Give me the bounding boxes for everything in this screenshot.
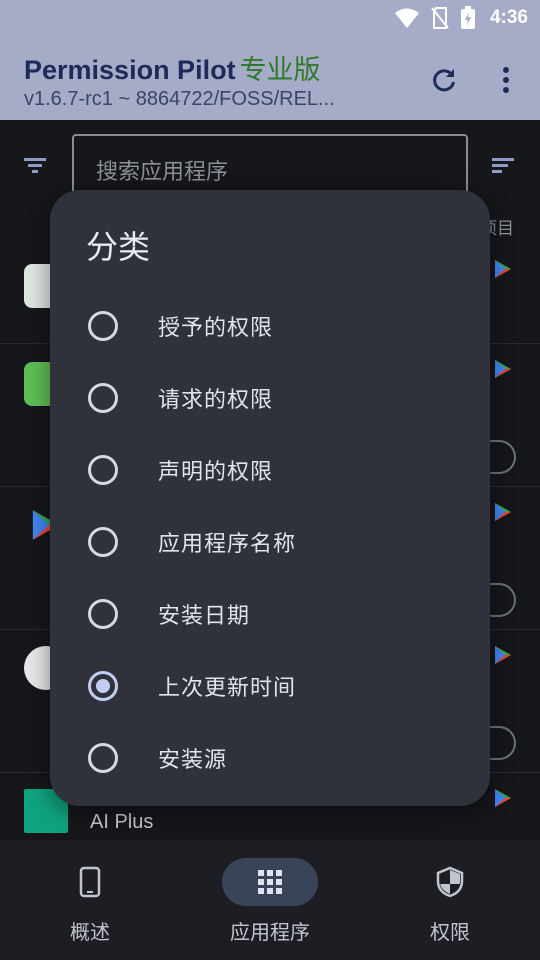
battery-charging-icon xyxy=(460,6,475,29)
filter-button[interactable] xyxy=(22,154,54,184)
search-placeholder: 搜索应用程序 xyxy=(96,160,229,185)
sort-option-label: 安装日期 xyxy=(158,604,251,629)
sort-option-label: 应用程序名称 xyxy=(158,532,297,557)
dialog-title: 分类 xyxy=(86,228,151,266)
play-store-icon xyxy=(495,260,511,278)
radio-button-selected[interactable] xyxy=(88,671,118,701)
sort-icon xyxy=(492,158,514,173)
refresh-button[interactable] xyxy=(424,60,464,100)
nav-item-apps[interactable]: 应用程序 xyxy=(180,858,360,958)
list-toolbar: 搜索应用程序 xyxy=(0,120,540,200)
sort-option-label: 安装源 xyxy=(158,748,228,773)
sort-option-label: 上次更新时间 xyxy=(158,676,297,701)
app-version: v1.6.7-rc1 ~ 8864722/FOSS/REL... xyxy=(24,88,335,110)
sort-by-dialog: 分类 授予的权限 请求的权限 声明的权限 应用程序名称 安装日期 上次更新时间 … xyxy=(50,190,490,806)
grid-icon xyxy=(258,870,282,894)
sort-option-granted-permissions[interactable]: 授予的权限 xyxy=(50,294,490,358)
sort-option-requested-permissions[interactable]: 请求的权限 xyxy=(50,366,490,430)
play-store-icon xyxy=(495,360,511,378)
sort-option-label: 声明的权限 xyxy=(158,460,274,485)
sort-option-label: 授予的权限 xyxy=(158,316,274,341)
nav-label: 权限 xyxy=(430,920,470,944)
app-name: AI Plus xyxy=(90,811,154,833)
pro-badge: 专业版 xyxy=(239,55,321,86)
radio-button[interactable] xyxy=(88,743,118,773)
nav-pill-active xyxy=(222,858,318,906)
overflow-menu-button[interactable] xyxy=(486,60,526,100)
sort-option-app-name[interactable]: 应用程序名称 xyxy=(50,510,490,574)
sort-option-last-update-time[interactable]: 上次更新时间 xyxy=(50,654,490,718)
nav-pill xyxy=(402,858,498,906)
shield-icon xyxy=(436,866,464,898)
sort-option-label: 请求的权限 xyxy=(158,388,274,413)
play-store-icon xyxy=(495,646,511,664)
radio-button[interactable] xyxy=(88,311,118,341)
nav-label: 概述 xyxy=(70,920,110,944)
status-time: 4:36 xyxy=(489,7,528,28)
nav-item-permissions[interactable]: 权限 xyxy=(360,858,540,958)
app-title: Permission Pilot 专业版 xyxy=(24,48,321,87)
radio-button[interactable] xyxy=(88,599,118,629)
radio-button[interactable] xyxy=(88,383,118,413)
nav-item-overview[interactable]: 概述 xyxy=(0,858,180,958)
top-app-bar: Permission Pilot 专业版 v1.6.7-rc1 ~ 8864722… xyxy=(0,38,540,120)
radio-button[interactable] xyxy=(88,455,118,485)
filter-icon xyxy=(24,158,46,173)
sort-option-install-source[interactable]: 安装源 xyxy=(50,726,490,790)
nav-pill xyxy=(42,858,138,906)
more-vert-icon xyxy=(503,67,509,93)
wifi-icon xyxy=(394,8,419,28)
nav-label: 应用程序 xyxy=(230,920,310,944)
app-title-text: Permission Pilot xyxy=(24,55,236,85)
play-store-icon xyxy=(495,503,511,521)
play-store-icon xyxy=(495,789,511,807)
bottom-navigation: 概述 应用程序 权限 xyxy=(0,840,540,960)
phone-icon xyxy=(79,866,101,898)
radio-button[interactable] xyxy=(88,527,118,557)
sort-option-declared-permissions[interactable]: 声明的权限 xyxy=(50,438,490,502)
sort-option-install-date[interactable]: 安装日期 xyxy=(50,582,490,646)
sort-button[interactable] xyxy=(490,154,522,184)
no-sim-icon xyxy=(431,7,449,29)
status-bar: 4:36 xyxy=(0,0,540,38)
refresh-icon xyxy=(433,69,455,92)
status-icons: 4:36 xyxy=(394,6,528,30)
